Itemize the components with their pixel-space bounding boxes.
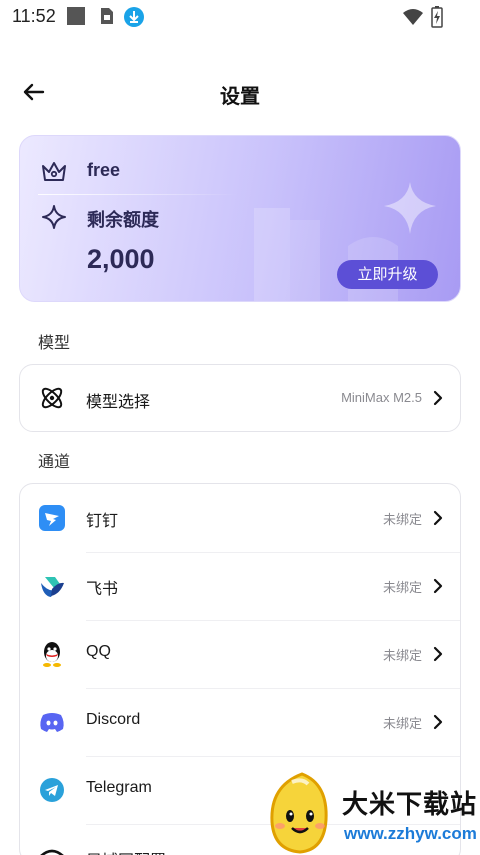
- plan-name: free: [87, 160, 121, 180]
- crown-icon: [42, 162, 66, 181]
- feishu-icon: [41, 577, 64, 597]
- chevron-right-icon: [433, 714, 443, 730]
- watermark: 大米下载站 www.zzhyw.com: [262, 770, 480, 855]
- battery-icon: [431, 6, 443, 28]
- quota-value: 2,000: [87, 244, 155, 274]
- channel-label: 局域网配置: [86, 847, 166, 855]
- status-time: 11:52: [12, 6, 56, 26]
- sim-icon: [101, 8, 113, 24]
- discord-icon: [40, 713, 64, 732]
- quota-label: 剩余额度: [87, 210, 159, 230]
- watermark-url: www.zzhyw.com: [344, 824, 477, 843]
- channel-status: 未绑定: [382, 648, 422, 663]
- channel-row-qq[interactable]: QQ 未绑定: [20, 620, 460, 688]
- model-section-title: 模型: [38, 335, 71, 352]
- wifi-icon: [403, 9, 423, 25]
- qq-icon: [43, 642, 61, 667]
- nav-bar: 设置: [0, 70, 480, 114]
- channel-section-title: 通道: [38, 454, 71, 471]
- chevron-right-icon: [433, 578, 443, 594]
- sparkle-icon: [42, 205, 66, 229]
- channel-label: QQ: [86, 643, 111, 660]
- model-select-label: 模型选择: [86, 394, 151, 411]
- upgrade-button[interactable]: 立即升级: [337, 260, 438, 289]
- channel-label: 飞书: [86, 581, 119, 598]
- status-bar: 11:52: [0, 0, 480, 34]
- download-icon: [124, 7, 144, 27]
- channel-label: Telegram: [86, 779, 152, 796]
- channel-row-dingtalk[interactable]: 钉钉 未绑定: [20, 484, 460, 552]
- mascot-icon: [270, 772, 328, 854]
- channel-status: 未绑定: [382, 512, 422, 527]
- chevron-right-icon: [433, 390, 443, 406]
- gallery-icon: [67, 7, 85, 25]
- channel-row-discord[interactable]: Discord 未绑定: [20, 688, 460, 756]
- chevron-right-icon: [433, 510, 443, 526]
- card-divider: [38, 194, 238, 195]
- atom-icon: [41, 387, 63, 409]
- channel-status: 未绑定: [382, 580, 422, 595]
- channel-label: 钉钉: [86, 513, 119, 530]
- model-card: 模型选择 MiniMax M2.5: [19, 364, 461, 432]
- channel-row-feishu[interactable]: 飞书 未绑定: [20, 552, 460, 620]
- dingtalk-icon: [39, 505, 65, 531]
- channel-label: Discord: [86, 711, 141, 728]
- model-select-value: MiniMax M2.5: [341, 390, 422, 405]
- plan-card: free 剩余额度 2,000 立即升级: [19, 135, 461, 302]
- telegram-icon: [40, 778, 64, 802]
- chevron-right-icon: [433, 646, 443, 662]
- page-title: 设置: [220, 86, 260, 108]
- channel-status: 未绑定: [382, 716, 422, 731]
- lan-icon: [40, 849, 64, 855]
- model-select-row[interactable]: 模型选择 MiniMax M2.5: [20, 365, 460, 431]
- watermark-title: 大米下载站: [342, 789, 478, 819]
